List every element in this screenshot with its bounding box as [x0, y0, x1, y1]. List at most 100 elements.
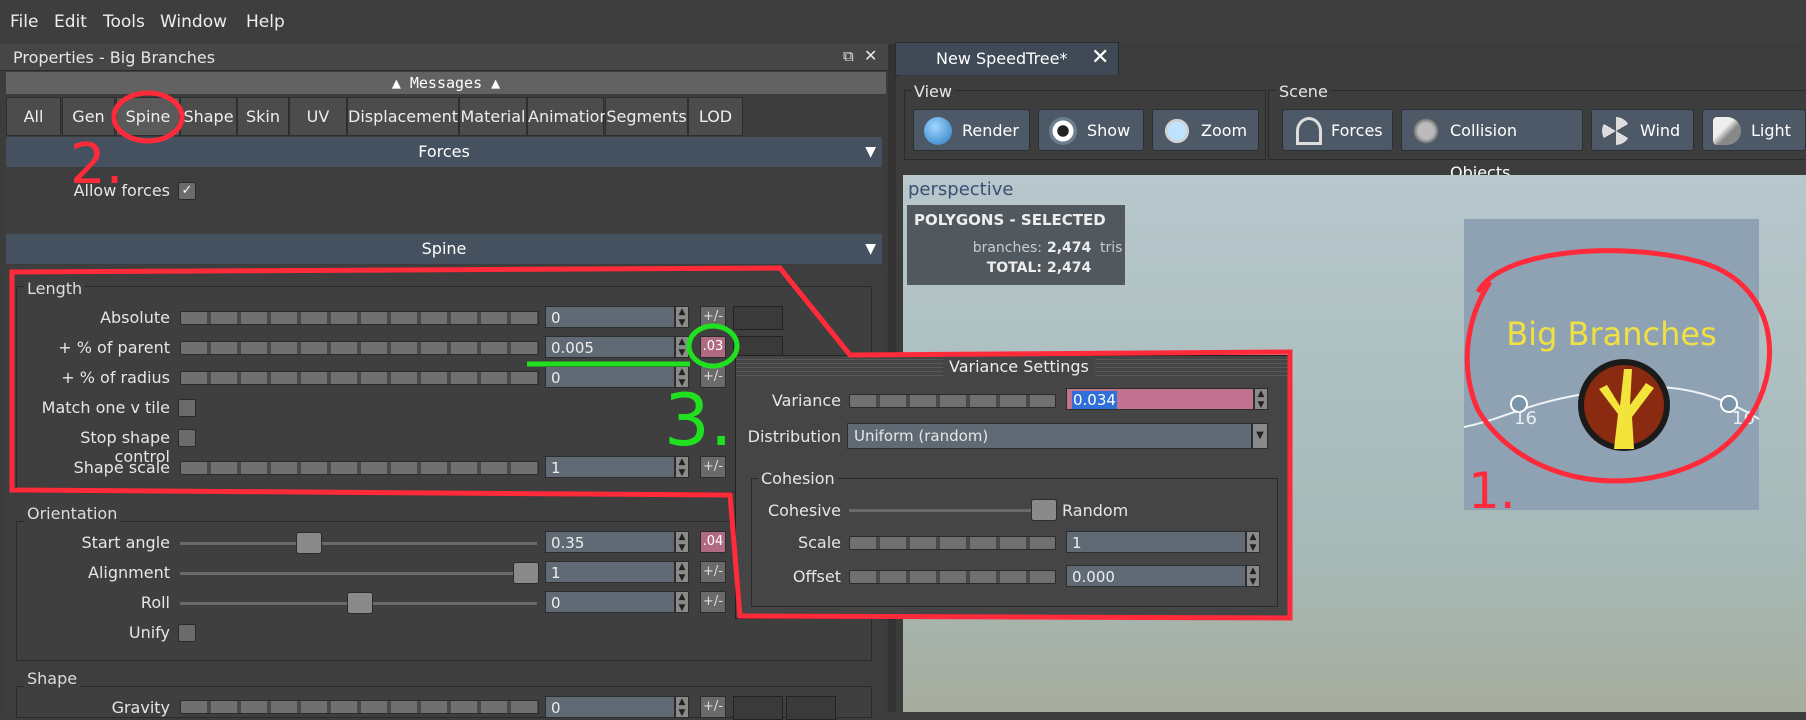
tab-material[interactable]: Material: [459, 97, 527, 136]
show-button[interactable]: Show: [1038, 109, 1144, 151]
distribution-dropdown[interactable]: Uniform (random): [847, 423, 1252, 449]
allow-forces-checkbox[interactable]: ✓: [178, 182, 196, 200]
fan-icon: [1602, 117, 1630, 145]
wind-button[interactable]: Wind: [1591, 109, 1694, 151]
gravity-variance-button[interactable]: +/-: [700, 696, 726, 718]
variance-field[interactable]: 0.034: [1066, 388, 1254, 410]
stop-shape-control-checkbox[interactable]: [178, 429, 196, 447]
shape-scale-slider[interactable]: [180, 461, 539, 475]
stats-total-key: TOTAL:: [986, 260, 1042, 276]
document-tab[interactable]: New SpeedTree* ✕: [895, 42, 1119, 76]
variance-slider[interactable]: [849, 394, 1056, 408]
magnifier-icon: [1163, 117, 1191, 145]
pct-parent-label: + % of parent: [58, 338, 170, 357]
tab-spine[interactable]: Spine: [116, 97, 180, 136]
scale-label: Scale: [797, 533, 841, 552]
tab-uv[interactable]: UV: [289, 97, 347, 136]
annotation-step-1: 1.: [1468, 462, 1516, 520]
roll-variance-button[interactable]: +/-: [700, 591, 726, 613]
camera-label[interactable]: perspective: [908, 179, 1013, 200]
messages-bar[interactable]: ▲ Messages ▲: [6, 72, 886, 94]
alignment-field[interactable]: 1: [545, 561, 675, 583]
offset-field[interactable]: 0.000: [1066, 565, 1246, 587]
dialog-title: Variance Settings: [943, 357, 1095, 376]
forces-section-header[interactable]: Forces ▼: [6, 137, 882, 167]
render-button[interactable]: Render: [913, 109, 1030, 151]
light-button[interactable]: Light: [1702, 109, 1806, 151]
roll-thumb[interactable]: [347, 592, 373, 614]
roll-spinner[interactable]: ▲ ▼: [675, 591, 689, 613]
alignment-track[interactable]: [180, 572, 537, 575]
match-v-tile-checkbox[interactable]: [178, 399, 196, 417]
menu-window[interactable]: Window: [160, 12, 227, 32]
gravity-spinner[interactable]: ▲ ▼: [675, 696, 689, 718]
dropdown-arrow-icon[interactable]: ▼: [1252, 423, 1268, 449]
pct-radius-label: + % of radius: [61, 368, 170, 387]
collapse-triangle-icon[interactable]: ▼: [865, 137, 876, 167]
absolute-field[interactable]: 0: [545, 306, 675, 328]
menu-help[interactable]: Help: [246, 12, 285, 32]
tab-all[interactable]: All: [6, 97, 61, 136]
document-tab-title: New SpeedTree*: [936, 49, 1068, 68]
scene-group-title: Scene: [1277, 82, 1330, 101]
start-angle-field[interactable]: 0.35: [545, 531, 675, 553]
cohesion-track[interactable]: [849, 509, 1039, 512]
tab-displacement[interactable]: Displacement: [347, 97, 459, 136]
absolute-slider[interactable]: [180, 311, 539, 325]
gravity-field[interactable]: 0: [545, 696, 675, 718]
tab-segments[interactable]: Segments: [605, 97, 688, 136]
roll-label: Roll: [140, 593, 170, 612]
variance-spinner[interactable]: ▲ ▼: [1254, 388, 1268, 410]
roll-field[interactable]: 0: [545, 591, 675, 613]
orientation-group-title: Orientation: [24, 504, 121, 523]
close-icon[interactable]: ✕: [864, 46, 877, 65]
collision-objects-button[interactable]: Collision Objects: [1401, 109, 1583, 182]
cohesion-title: Cohesion: [758, 469, 838, 488]
start-angle-track[interactable]: [180, 542, 537, 545]
alignment-variance-button[interactable]: +/-: [700, 561, 726, 583]
spine-section-header[interactable]: Spine ▼: [6, 234, 882, 264]
collapse-triangle-icon[interactable]: ▼: [865, 234, 876, 264]
absolute-curve-button[interactable]: [733, 306, 783, 330]
pct-parent-field[interactable]: 0.005: [545, 336, 675, 358]
zoom-button[interactable]: Zoom: [1152, 109, 1259, 151]
annotation-step-2: 2.: [70, 132, 124, 197]
gravity-curve-button-2[interactable]: [786, 696, 836, 720]
start-angle-label: Start angle: [81, 533, 170, 552]
scale-spinner[interactable]: ▲ ▼: [1246, 531, 1260, 553]
absolute-spinner[interactable]: ▲ ▼: [675, 306, 689, 328]
annotation-step-3: 3.: [664, 378, 733, 462]
menu-file[interactable]: File: [10, 12, 38, 32]
panel-title: Properties - Big Branches: [13, 48, 216, 67]
start-angle-variance-button[interactable]: .04: [700, 531, 726, 553]
tab-lod[interactable]: LOD: [688, 97, 743, 136]
cohesion-thumb[interactable]: [1031, 499, 1057, 521]
pct-radius-field[interactable]: 0: [545, 366, 675, 388]
alignment-thumb[interactable]: [513, 562, 539, 584]
tab-gen[interactable]: Gen: [62, 97, 115, 136]
alignment-spinner[interactable]: ▲ ▼: [675, 561, 689, 583]
scale-slider[interactable]: [849, 536, 1056, 550]
forces-button[interactable]: Forces: [1282, 109, 1393, 151]
menu-tools[interactable]: Tools: [103, 12, 145, 32]
start-angle-spinner[interactable]: ▲ ▼: [675, 531, 689, 553]
float-icon[interactable]: ⧉: [843, 47, 854, 65]
unify-checkbox[interactable]: [178, 624, 196, 642]
gravity-curve-button[interactable]: [733, 696, 783, 720]
tab-shape[interactable]: Shape: [180, 97, 237, 136]
view-group-title: View: [912, 82, 954, 101]
start-angle-thumb[interactable]: [296, 532, 322, 554]
offset-slider[interactable]: [849, 570, 1056, 584]
shape-scale-field[interactable]: 1: [545, 456, 675, 478]
close-tab-icon[interactable]: ✕: [1091, 45, 1109, 70]
pct-parent-variance-button[interactable]: .03: [700, 336, 726, 358]
pct-parent-slider[interactable]: [180, 341, 539, 355]
absolute-variance-button[interactable]: +/-: [700, 306, 726, 328]
pct-parent-spinner[interactable]: ▲ ▼: [675, 336, 689, 358]
offset-spinner[interactable]: ▲ ▼: [1246, 565, 1260, 587]
menu-edit[interactable]: Edit: [54, 12, 87, 32]
tab-animation[interactable]: Animation: [527, 97, 610, 136]
pct-radius-slider[interactable]: [180, 371, 539, 385]
scale-field[interactable]: 1: [1066, 531, 1246, 553]
tab-skin[interactable]: Skin: [237, 97, 289, 136]
